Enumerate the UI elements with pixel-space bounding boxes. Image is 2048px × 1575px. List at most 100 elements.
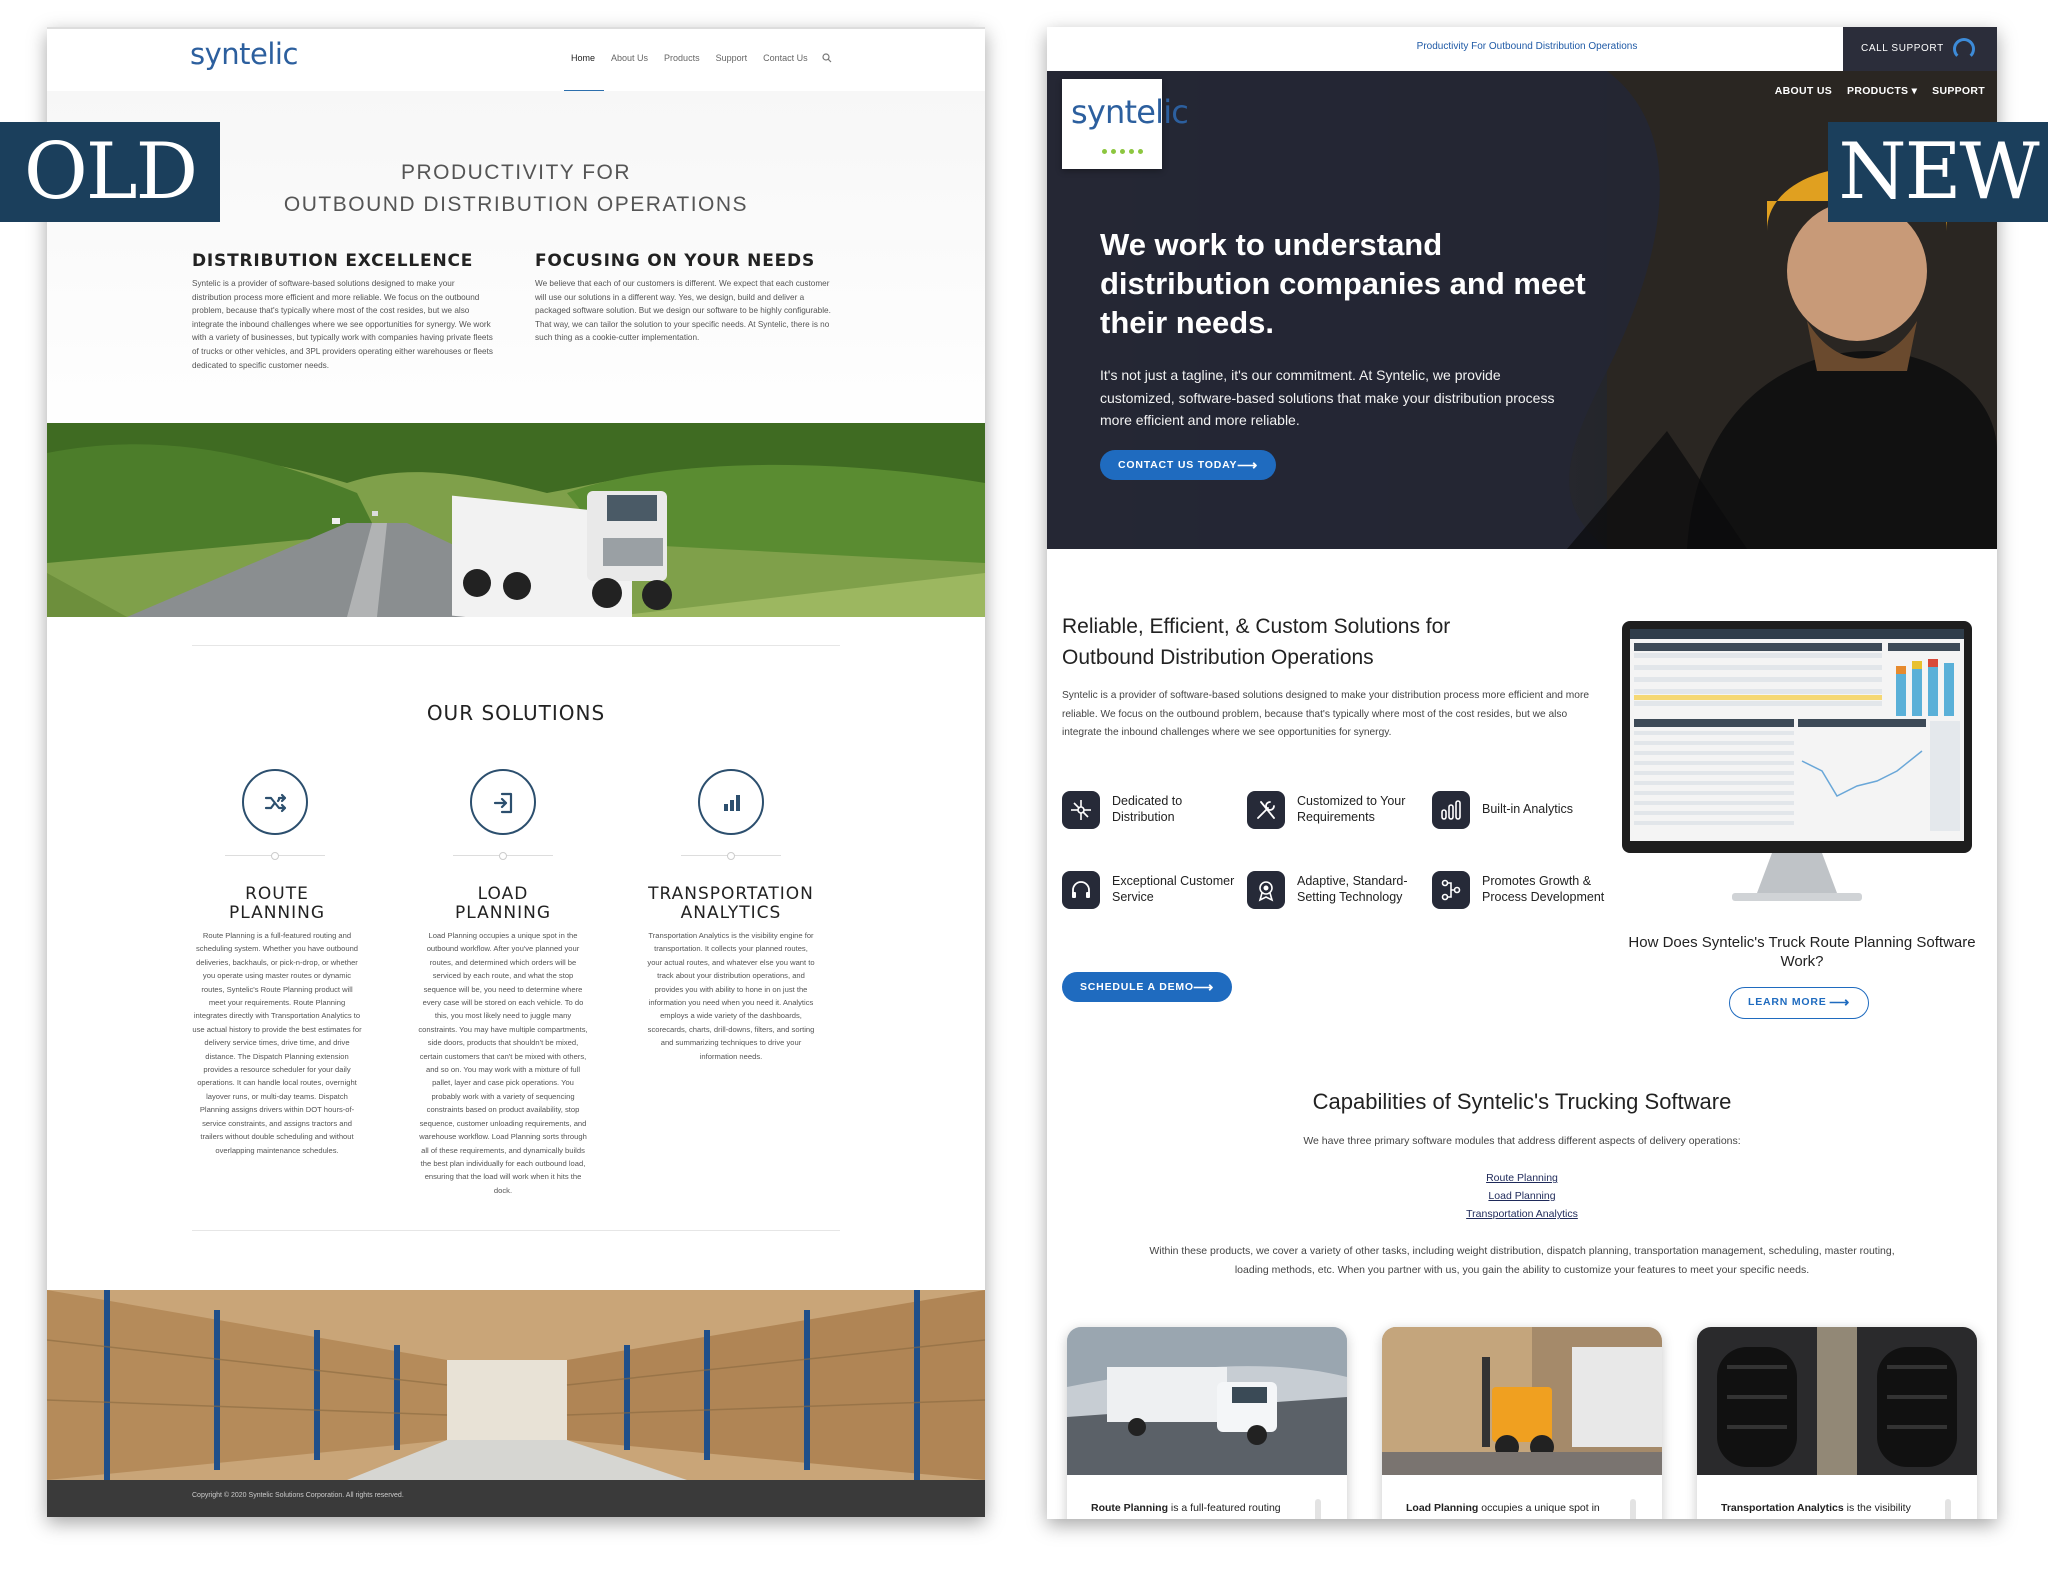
arrow-right-icon: ⟶ [1193, 979, 1214, 995]
card-scrollbar[interactable] [1315, 1499, 1321, 1519]
arrow-right-icon: ⟶ [1237, 457, 1258, 473]
hero-title: We work to understand distribution compa… [1100, 227, 1586, 340]
section-title: Reliable, Efficient, & Custom Solutions … [1062, 615, 1451, 669]
old-logo-text: syntelic [190, 37, 298, 71]
feature-dedicated: Dedicated to Distribution [1062, 791, 1252, 855]
transportation-analytics-title: TRANSPORTATION ANALYTICS [648, 884, 814, 923]
load-planning-text: Load Planning occupies a unique spot in … [418, 931, 588, 1195]
old-label-badge: OLD [0, 122, 220, 222]
learn-more-label: LEARN MORE [1748, 996, 1827, 1008]
new-nav: ABOUT US PRODUCTS ▾ SUPPORT [1775, 85, 1985, 97]
old-col1-text: Syntelic is a provider of software-based… [192, 279, 493, 370]
route-planning-title: ROUTE PLANNING [228, 884, 326, 923]
new-logo[interactable]: syntelic [1062, 79, 1189, 169]
search-icon[interactable] [822, 53, 832, 63]
old-nav: Home About Us Products Support Contact U… [571, 53, 808, 63]
forklift-image [1382, 1327, 1662, 1475]
solution-separator [681, 852, 781, 860]
old-solutions-title: OUR SOLUTIONS [426, 701, 606, 725]
feature-technology: Adaptive, Standard-Setting Technology [1247, 871, 1437, 935]
new-site-screenshot: Productivity For Outbound Distribution O… [1047, 27, 1997, 1519]
feature-label: Adaptive, Standard-Setting Technology [1297, 874, 1408, 904]
schedule-demo-button[interactable]: SCHEDULE A DEMO ⟶ [1062, 972, 1232, 1002]
hero-text: It's not just a tagline, it's our commit… [1100, 367, 1555, 428]
capabilities-text-2: Within these products, we cover a variet… [1149, 1245, 1895, 1276]
section-text: Syntelic is a provider of software-based… [1062, 690, 1589, 739]
nav-about-us[interactable]: ABOUT US [1775, 85, 1832, 97]
contact-us-button[interactable]: CONTACT US TODAY ⟶ [1100, 450, 1276, 480]
old-col2-title: FOCUSING ON YOUR NEEDS [535, 251, 815, 271]
feature-label: Dedicated to Distribution [1112, 794, 1183, 824]
highway-truck-image [47, 423, 985, 617]
old-header: syntelic Home About Us Products Support … [47, 27, 985, 102]
old-nav-support[interactable]: Support [716, 53, 748, 63]
schedule-demo-label: SCHEDULE A DEMO [1080, 981, 1194, 993]
card-scrollbar[interactable] [1945, 1499, 1951, 1519]
divider [192, 645, 840, 646]
feature-customized: Customized to Your Requirements [1247, 791, 1437, 855]
call-support-label: CALL SUPPORT [1861, 43, 1944, 54]
old-col1-title: DISTRIBUTION EXCELLENCE [192, 251, 474, 271]
load-planning-title: LOAD PLANNING [454, 884, 552, 923]
feature-label: Built-in Analytics [1482, 802, 1574, 816]
headset-icon [1062, 871, 1100, 909]
old-nav-contact[interactable]: Contact Us [763, 53, 808, 63]
link-transportation-analytics[interactable]: Transportation Analytics [1047, 1208, 1997, 1220]
new-logo-text: syntelic [1071, 93, 1189, 131]
old-nav-about[interactable]: About Us [611, 53, 648, 63]
new-label-badge: NEW [1828, 122, 2048, 222]
network-icon [1062, 791, 1100, 829]
dashboard-monitor-image [1622, 621, 1972, 921]
old-col2-text: We believe that each of our customers is… [535, 279, 831, 343]
link-route-planning[interactable]: Route Planning [1047, 1172, 1997, 1184]
old-nav-products[interactable]: Products [664, 53, 700, 63]
learn-more-button[interactable]: LEARN MORE ⟶ [1729, 987, 1869, 1019]
analytics-bars-icon [1432, 791, 1470, 829]
nav-support[interactable]: SUPPORT [1932, 85, 1985, 97]
monitor-caption: How Does Syntelic's Truck Route Planning… [1628, 934, 1976, 970]
link-load-planning[interactable]: Load Planning [1047, 1190, 1997, 1202]
solution-separator [225, 852, 325, 860]
nav-products[interactable]: PRODUCTS ▾ [1847, 85, 1917, 97]
snowy-truck-image [1067, 1327, 1347, 1475]
feature-label: Customized to Your Requirements [1297, 794, 1406, 824]
tools-icon [1247, 791, 1285, 829]
old-site-screenshot: syntelic Home About Us Products Support … [47, 27, 985, 1517]
flowchart-icon [1432, 871, 1470, 909]
sign-in-icon [470, 769, 536, 835]
shuffle-icon [242, 769, 308, 835]
arrow-right-icon: ⟶ [1829, 994, 1850, 1010]
card-text: Transportation Analytics is the visibili… [1721, 1502, 1911, 1514]
transportation-analytics-text: Transportation Analytics is the visibili… [647, 931, 815, 1061]
old-logo[interactable]: syntelic [190, 37, 298, 102]
card-text: Load Planning occupies a unique spot in [1406, 1502, 1600, 1514]
route-planning-card[interactable]: Route Planning is a full-featured routin… [1067, 1327, 1347, 1519]
feature-label: Promotes Growth & Process Development [1482, 874, 1605, 904]
copyright-text: Copyright © 2020 Syntelic Solutions Corp… [192, 1492, 404, 1499]
logo-dots-icon [1102, 141, 1147, 159]
feature-growth: Promotes Growth & Process Development [1432, 871, 1622, 935]
feature-service: Exceptional Customer Service [1062, 871, 1252, 935]
call-support-button[interactable]: CALL SUPPORT [1843, 27, 1997, 71]
contact-us-label: CONTACT US TODAY [1118, 459, 1238, 471]
feature-analytics: Built-in Analytics [1432, 791, 1622, 855]
solution-separator [453, 852, 553, 860]
headset-icon [1953, 38, 1975, 60]
card-text: Route Planning is a full-featured routin… [1091, 1502, 1281, 1514]
capabilities-text: We have three primary software modules t… [1303, 1135, 1741, 1147]
new-topbar: Productivity For Outbound Distribution O… [1047, 27, 1997, 71]
load-planning-card[interactable]: Load Planning occupies a unique spot in [1382, 1327, 1662, 1519]
bar-chart-icon [698, 769, 764, 835]
divider [192, 1230, 840, 1231]
card-scrollbar[interactable] [1630, 1499, 1636, 1519]
logo-dots-icon [218, 75, 278, 102]
feature-label: Exceptional Customer Service [1112, 874, 1235, 904]
truck-tires-image [1697, 1327, 1977, 1475]
old-footer: Copyright © 2020 Syntelic Solutions Corp… [47, 1480, 985, 1517]
award-icon [1247, 871, 1285, 909]
route-planning-text: Route Planning is a full-featured routin… [192, 931, 362, 1155]
transportation-analytics-card[interactable]: Transportation Analytics is the visibili… [1697, 1327, 1977, 1519]
warehouse-image [47, 1290, 985, 1480]
capabilities-title: Capabilities of Syntelic's Trucking Soft… [1312, 1089, 1732, 1114]
old-nav-home[interactable]: Home [571, 53, 595, 63]
